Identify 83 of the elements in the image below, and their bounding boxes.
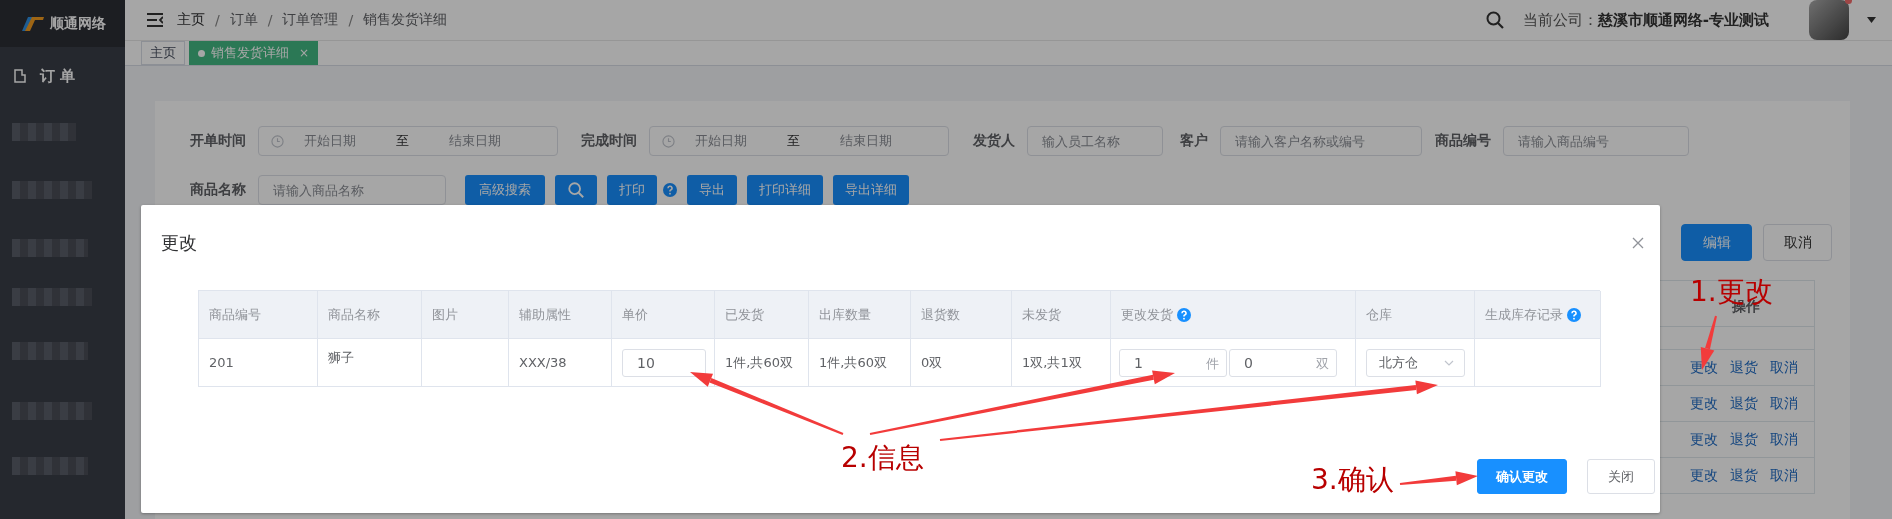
column-header: 更改发货 [1111, 291, 1356, 339]
breadcrumb-item[interactable]: 主页 [177, 11, 205, 29]
company-text: 当前公司：慈溪市顺通网络-专业测试 [1522, 10, 1769, 30]
date-range-field[interactable]: 开始日期 至 结束日期 [258, 126, 558, 156]
filter-label: 开单时间 [190, 132, 246, 150]
warehouse-select[interactable]: 北方仓 [1366, 348, 1465, 377]
text-field[interactable]: 请输入商品名称 [258, 175, 446, 205]
price-field[interactable]: 10 [622, 348, 706, 377]
menu-item[interactable]: 订 单 [0, 47, 125, 105]
page-tab[interactable]: 销售发货详细 × [189, 41, 319, 65]
table-cell: 狮子 [318, 339, 422, 387]
column-header: 已发货 [715, 291, 809, 339]
text-field[interactable]: 请输入客户名称或编号 [1220, 126, 1422, 156]
breadcrumb-separator: / [348, 12, 354, 28]
filter-label: 发货人 [973, 132, 1015, 150]
help-icon [663, 183, 677, 197]
dialog-button[interactable]: 关闭 [1587, 459, 1655, 494]
annotation-text: 2.信息 [841, 444, 924, 472]
row-action-link[interactable]: 更改 [1690, 358, 1718, 377]
column-header: 出库数量 [809, 291, 911, 339]
column-header: 未发货 [1012, 291, 1111, 339]
toolbar-button[interactable]: 导出详细 [833, 175, 909, 205]
column-header: 商品名称 [318, 291, 422, 339]
row-action-link[interactable]: 更改 [1690, 430, 1718, 449]
text-field[interactable]: 输入员工名称 [1027, 126, 1163, 156]
close-icon[interactable] [1632, 236, 1644, 249]
filter-label: 完成时间 [581, 132, 637, 150]
logo-icon [19, 15, 44, 32]
row-action-link[interactable]: 更改 [1690, 394, 1718, 413]
row-action-link[interactable]: 退货 [1730, 394, 1758, 413]
toolbar-button[interactable]: 导出 [687, 175, 737, 205]
breadcrumb-separator: / [267, 12, 273, 28]
filter-label: 商品编号 [1435, 132, 1491, 150]
chevron-icon [1444, 359, 1454, 366]
logo-text: 顺通网络 [49, 14, 106, 33]
clock-icon [271, 134, 284, 148]
row-action-link[interactable]: 退货 [1730, 430, 1758, 449]
text-field[interactable]: 请输入商品编号 [1503, 126, 1689, 156]
dialog-button[interactable]: 确认更改 [1477, 459, 1567, 494]
row-action-link[interactable]: 退货 [1730, 466, 1758, 485]
row-action-link[interactable]: 取消 [1770, 430, 1798, 449]
help-icon [1567, 307, 1581, 322]
annotation-text: 3.确认 [1311, 466, 1394, 494]
page-tab[interactable]: 主页 [141, 41, 185, 65]
column-header: 退货数 [911, 291, 1012, 339]
toolbar-button[interactable]: 打印 [607, 175, 657, 205]
table-cell: 0双 [911, 339, 1012, 387]
action-button[interactable]: 取消 [1763, 224, 1832, 261]
filter-label: 客户 [1180, 132, 1208, 150]
search-icon[interactable] [1484, 10, 1505, 30]
toolbar-button[interactable]: 高级搜索 [465, 175, 545, 205]
help-icon [1177, 307, 1191, 322]
row-action-link[interactable]: 取消 [1770, 466, 1798, 485]
row-action-link[interactable]: 取消 [1770, 394, 1798, 413]
breadcrumb-item[interactable]: 订单管理 [282, 11, 339, 29]
dialog-title: 更改 [161, 230, 197, 255]
toolbar-button[interactable]: 打印详细 [747, 175, 823, 205]
breadcrumb-item[interactable]: 订单 [229, 11, 258, 29]
column-header: 单价 [612, 291, 715, 339]
avatar[interactable] [1809, 0, 1849, 40]
caret-icon[interactable] [1867, 17, 1876, 23]
row-action-link[interactable]: 退货 [1730, 358, 1758, 377]
document-icon [14, 69, 26, 83]
column-header: 仓库 [1356, 291, 1475, 339]
clock-icon [662, 134, 675, 148]
menu-icon[interactable] [147, 13, 163, 27]
date-range-field[interactable]: 开始日期 至 结束日期 [649, 126, 949, 156]
action-button[interactable]: 编辑 [1681, 224, 1752, 261]
breadcrumb-item: 销售发货详细 [363, 11, 448, 29]
row-action-link[interactable]: 取消 [1770, 358, 1798, 377]
column-header: 生成库存记录 [1475, 291, 1601, 339]
column-header: 辅助属性 [509, 291, 612, 339]
breadcrumb-separator: / [215, 12, 220, 28]
unit-label: 件 [1206, 354, 1219, 373]
filter-label: 商品名称 [190, 181, 246, 199]
table-cell: 201 [199, 339, 318, 387]
search-button[interactable] [555, 175, 597, 205]
column-header: 图片 [422, 291, 509, 339]
table-cell: XXX/38 [509, 339, 612, 387]
column-header: 商品编号 [199, 291, 318, 339]
table-cell: 1件,共60双 [809, 339, 911, 387]
row-action-link[interactable]: 更改 [1690, 466, 1718, 485]
unit-label: 双 [1316, 354, 1329, 373]
